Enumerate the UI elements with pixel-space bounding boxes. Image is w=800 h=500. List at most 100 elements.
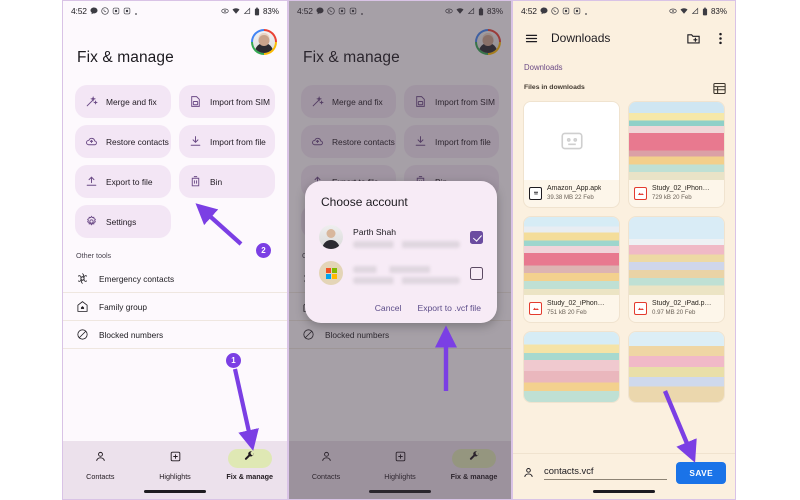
battery-percent: 83% <box>710 6 727 16</box>
chip-label: Import from SIM <box>210 96 271 107</box>
chip-restore-contacts[interactable]: Restore contacts <box>75 125 171 158</box>
dot-icon <box>134 9 138 15</box>
blocked-icon <box>76 328 89 341</box>
cancel-button[interactable]: Cancel <box>375 303 402 313</box>
files-subheader-label: Files in downloads <box>524 83 585 91</box>
status-bar-right: 83% <box>221 7 279 16</box>
account-text <box>353 262 460 284</box>
file-name: Study_02_iPhon… <box>652 185 710 192</box>
gear-icon <box>85 215 98 228</box>
status-bar: 4:52 83% <box>63 1 287 21</box>
file-size-date: 751 kB 20 Feb <box>547 309 587 316</box>
account-row-secondary[interactable] <box>305 255 497 291</box>
tool-row-emergency-contacts[interactable]: Emergency contacts <box>63 265 287 293</box>
other-tools-list: Emergency contacts Family group Blocked … <box>63 265 287 349</box>
nav-item-highlights[interactable]: Highlights <box>138 449 213 481</box>
chip-label: Restore contacts <box>106 136 169 147</box>
phone-screen-choose-account-dialog: 4:52 83% Fix & manage Merge and fix Impo… <box>288 0 512 500</box>
nav-label: Contacts <box>86 472 115 481</box>
image-file-icon <box>634 301 647 315</box>
file-name: Amazon_App.apk <box>547 185 602 192</box>
choose-account-dialog: Choose account Parth Shah Cancel Export … <box>305 181 497 323</box>
annotation-badge-1: 1 <box>226 353 241 368</box>
account-name-blurred <box>353 266 460 273</box>
file-meta: Study_02_iPad.p… 0.97 MB 20 Feb <box>629 295 724 322</box>
file-meta: Amazon_App.apk 39.38 MB 22 Feb <box>524 180 619 207</box>
file-card[interactable] <box>628 331 725 403</box>
file-meta: Study_02_iPhon… 729 kB 20 Feb <box>629 180 724 207</box>
status-bar-left: 4:52 <box>521 6 588 16</box>
export-to-vcf-button[interactable]: Export to .vcf file <box>417 303 481 313</box>
dot-icon <box>584 9 588 15</box>
file-card[interactable]: Study_02_iPhon… 729 kB 20 Feb <box>628 101 725 208</box>
list-view-icon[interactable] <box>712 81 726 95</box>
screenshot-stage: 4:52 83% Fix & manage Merge and fix Impo… <box>0 0 800 500</box>
account-email-blurred <box>353 277 460 284</box>
family-home-icon <box>76 300 89 313</box>
app-icon <box>562 7 570 15</box>
tool-row-family-group[interactable]: Family group <box>63 293 287 321</box>
nav-label: Highlights <box>159 472 191 481</box>
emergency-icon <box>76 272 89 285</box>
dialog-actions: Cancel Export to .vcf file <box>305 291 497 315</box>
nav-label: Fix & manage <box>226 472 274 481</box>
file-text: Amazon_App.apk 39.38 MB 22 Feb <box>547 185 601 201</box>
bottom-navigation: Contacts Highlights Fix & manage <box>63 441 287 499</box>
chip-import-from-sim[interactable]: Import from SIM <box>179 85 275 118</box>
file-name: Study_02_iPad.p… <box>652 300 712 307</box>
file-thumbnail-apk <box>524 102 619 180</box>
file-card[interactable]: Study_02_iPad.p… 0.97 MB 20 Feb <box>628 216 725 323</box>
chip-bin[interactable]: Bin <box>179 165 275 198</box>
file-thumbnail-image <box>629 332 724 402</box>
person-icon <box>94 450 107 468</box>
file-card[interactable] <box>523 331 620 403</box>
chip-merge-and-fix[interactable]: Merge and fix <box>75 85 171 118</box>
whatsapp-icon <box>101 7 109 15</box>
file-size-date: 39.38 MB 22 Feb <box>547 194 594 201</box>
gesture-bar <box>144 490 206 493</box>
hamburger-menu-icon[interactable] <box>524 31 539 46</box>
phone-screen-fix-and-manage: 4:52 83% Fix & manage Merge and fix Impo… <box>62 0 288 500</box>
battery-icon <box>254 7 260 16</box>
annotation-badge-2: 2 <box>256 243 271 258</box>
tool-label: Emergency contacts <box>99 273 175 284</box>
user-photo-avatar <box>319 225 343 249</box>
chip-import-from-file[interactable]: Import from file <box>179 125 275 158</box>
person-icon <box>522 466 535 479</box>
account-checkbox-checked[interactable] <box>470 230 483 244</box>
phone-screen-downloads-save-dialog: 4:52 83% Downloads Downloads Files in do… <box>512 0 736 500</box>
file-meta: Study_02_iPhon… 751 kB 20 Feb <box>524 295 619 322</box>
file-card[interactable]: Amazon_App.apk 39.38 MB 22 Feb <box>523 101 620 208</box>
account-name: Parth Shah <box>353 226 396 237</box>
tool-label: Blocked numbers <box>99 329 164 340</box>
chat-icon <box>90 7 98 15</box>
more-vert-icon[interactable] <box>713 31 724 46</box>
dialog-title: Choose account <box>321 195 408 209</box>
app-icon <box>123 7 131 15</box>
status-bar-right: 83% <box>669 7 727 16</box>
chip-label: Settings <box>106 216 137 227</box>
tool-row-blocked-numbers[interactable]: Blocked numbers <box>63 321 287 349</box>
save-button[interactable]: SAVE <box>676 461 726 484</box>
chat-icon <box>540 7 548 15</box>
filename-input[interactable]: contacts.vcf <box>544 465 668 480</box>
wifi-icon <box>232 7 240 15</box>
account-checkbox-unchecked[interactable] <box>470 266 483 280</box>
new-folder-icon[interactable] <box>686 31 701 46</box>
account-row-parth-shah[interactable]: Parth Shah <box>305 219 497 255</box>
account-avatar[interactable] <box>251 29 277 55</box>
files-grid: Amazon_App.apk 39.38 MB 22 Feb Study_02_… <box>513 93 735 403</box>
microsoft-account-avatar <box>319 261 343 285</box>
signal-icon <box>691 7 699 15</box>
file-card[interactable]: Study_02_iPhon… 751 kB 20 Feb <box>523 216 620 323</box>
nav-item-contacts[interactable]: Contacts <box>63 449 138 481</box>
file-thumbnail-image <box>629 102 724 180</box>
image-file-icon <box>529 301 542 315</box>
battery-icon <box>702 7 708 16</box>
nav-item-fix-and-manage[interactable]: Fix & manage <box>212 449 287 481</box>
chip-export-to-file[interactable]: Export to file <box>75 165 171 198</box>
upload-icon <box>85 175 98 188</box>
chip-settings[interactable]: Settings <box>75 205 171 238</box>
breadcrumb[interactable]: Downloads <box>513 55 735 72</box>
sim-card-icon <box>189 95 202 108</box>
